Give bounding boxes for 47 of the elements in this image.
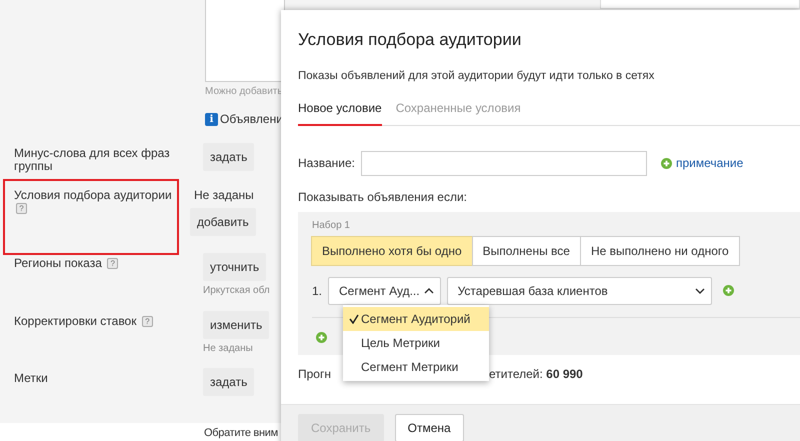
- field-label: Минус-слова для всех фраз группы: [13, 145, 171, 175]
- add-icon[interactable]: [316, 332, 327, 344]
- condition-label: Показывать объявления если:: [298, 188, 468, 206]
- forecast-text: етителей: 60 990: [488, 366, 583, 383]
- field-note: Иркутская обл: [203, 284, 270, 298]
- rule-number: 1.: [312, 282, 322, 300]
- footer-button: Сохранить: [298, 414, 384, 441]
- check-icon: [349, 314, 359, 324]
- plus-icon: [660, 158, 672, 169]
- field-label: Метки: [13, 370, 49, 387]
- type-select[interactable]: Сегмент Ауд...: [328, 276, 441, 305]
- dropdown-item[interactable]: Сегмент Аудиторий: [343, 306, 489, 331]
- forecast-text: Прогн: [298, 366, 331, 383]
- mode-button[interactable]: Выполнено хотя бы одно: [311, 236, 473, 266]
- field-note: Не заданы: [203, 342, 253, 356]
- add-icon[interactable]: [722, 285, 734, 296]
- help-icon[interactable]: ?: [142, 316, 153, 328]
- footer-button[interactable]: Отмена: [394, 414, 464, 441]
- help-icon[interactable]: ?: [107, 258, 118, 270]
- dropdown-item[interactable]: Сегмент Метрики: [343, 354, 489, 379]
- info-icon: i: [205, 112, 218, 126]
- mode-button[interactable]: Не выполнено ни одного: [580, 236, 740, 266]
- hint-text: Можно добавить: [205, 85, 283, 99]
- field-button[interactable]: задать: [203, 368, 254, 396]
- info-text: Объявлени: [220, 111, 283, 128]
- value-select[interactable]: Устаревшая база клиентов: [446, 276, 712, 305]
- field-label: Регионы показа: [14, 256, 102, 270]
- modal-subtitle: Показы объявлений для этой аудитории будут идти только в сетях: [298, 68, 656, 84]
- field-label: Корректировки ставок: [14, 314, 136, 328]
- dropdown-item[interactable]: Цель Метрики: [343, 330, 489, 355]
- notice-text: Обратите вним: [204, 427, 278, 440]
- chevron-icon: [694, 286, 705, 295]
- tab[interactable]: Новое условие: [298, 98, 382, 126]
- field-button[interactable]: уточнить: [203, 253, 266, 281]
- field-label: Условия подбора аудитории: [14, 188, 172, 202]
- note-link[interactable]: примечание: [660, 154, 744, 172]
- mode-button[interactable]: Выполнены все: [472, 236, 581, 266]
- field-button[interactable]: задать: [203, 143, 254, 171]
- field-button[interactable]: добавить: [190, 208, 256, 236]
- field-button[interactable]: изменить: [203, 311, 270, 339]
- textarea-field[interactable]: [205, 0, 285, 82]
- modal-title: Условия подбора аудитории: [298, 29, 522, 51]
- field-value: Не заданы: [193, 187, 254, 204]
- name-label: Название:: [298, 155, 355, 172]
- help-icon[interactable]: ?: [16, 203, 27, 214]
- name-field[interactable]: [360, 150, 647, 176]
- set-title: Набор 1: [312, 218, 351, 233]
